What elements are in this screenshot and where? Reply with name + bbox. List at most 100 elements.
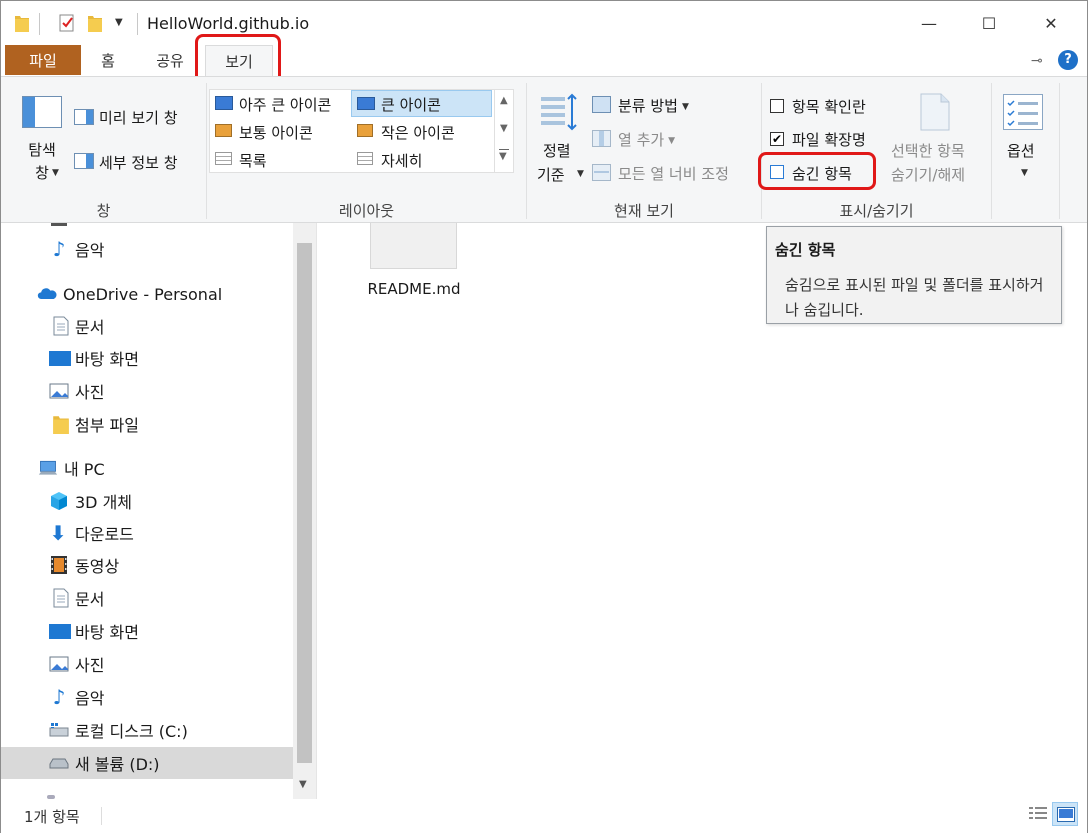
details-view-icon[interactable]: [1028, 805, 1048, 823]
large-icons-view-button[interactable]: [1052, 802, 1078, 826]
navigation-pane-icon[interactable]: [22, 96, 62, 128]
expand-gallery-icon[interactable]: ▼: [499, 149, 509, 162]
window-title: HelloWorld.github.io: [147, 14, 310, 33]
scroll-down-icon[interactable]: ▼: [500, 123, 508, 134]
nav-item-attachments[interactable]: 첨부 파일: [1, 408, 293, 440]
size-all-columns-button[interactable]: 모든 열 너비 조정: [618, 163, 729, 184]
layout-medium-icons[interactable]: 보통 아이콘: [239, 122, 313, 143]
document-icon: [53, 588, 69, 608]
close-button[interactable]: ✕: [1021, 1, 1081, 45]
nav-item-onedrive[interactable]: OneDrive - Personal: [1, 278, 293, 310]
nav-item-documents[interactable]: 문서: [1, 582, 293, 614]
list-icon: [215, 152, 232, 165]
local-disk-icon: [49, 723, 69, 737]
item-count: 1개 항목: [24, 808, 80, 826]
maximize-button[interactable]: ☐: [959, 1, 1019, 45]
ribbon-tabs: 파일 홈 공유 보기 ⊸ ?: [1, 45, 1087, 77]
large-icons-icon: [357, 97, 375, 110]
group-label-show-hide: 표시/숨기기: [839, 202, 914, 220]
details-pane-button[interactable]: 세부 정보 창: [99, 152, 178, 173]
pc-icon: [38, 460, 58, 475]
nav-item-new-volume-d[interactable]: 새 볼륨 (D:): [1, 747, 293, 779]
item-checkboxes-label[interactable]: 항목 확인란: [792, 96, 866, 117]
size-columns-icon: [592, 164, 611, 181]
scroll-down-arrow-icon[interactable]: ▼: [299, 779, 307, 790]
group-label-panes: 창: [96, 202, 111, 220]
layout-large-icons[interactable]: 큰 아이콘: [381, 94, 441, 115]
sort-by-icon: [541, 93, 577, 131]
nav-item-downloads[interactable]: ⬇ 다운로드: [1, 517, 293, 549]
sort-by-label-line1[interactable]: 정렬: [543, 140, 571, 161]
nav-item-local-disk-c[interactable]: 로컬 디스크 (C:): [1, 714, 293, 746]
ribbon-panel: 탐색 창 ▼ 미리 보기 창 세부 정보 창 창 아주 큰 아이콘 큰 아이콘 …: [1, 76, 1087, 223]
nav-item-pictures[interactable]: 사진: [1, 648, 293, 680]
sort-by-label-line2[interactable]: 기준: [537, 164, 565, 185]
title-bar: ▼ HelloWorld.github.io — ☐ ✕: [1, 1, 1087, 45]
new-folder-icon[interactable]: [88, 14, 102, 32]
navigation-pane: ♪ 음악 OneDrive - Personal 문서 바탕 화면 사진 첨부 …: [1, 223, 316, 799]
layout-small-icons[interactable]: 작은 아이콘: [381, 122, 455, 143]
download-icon: ⬇: [49, 521, 67, 545]
drive-icon: [49, 758, 69, 769]
nav-item-this-pc[interactable]: 내 PC: [1, 452, 293, 484]
onedrive-icon: [37, 288, 57, 299]
tab-file[interactable]: 파일: [5, 45, 81, 75]
file-extensions-checkbox[interactable]: ✔: [770, 132, 784, 146]
tooltip-title: 숨긴 항목: [775, 241, 836, 259]
details-icon: [357, 152, 373, 165]
preview-pane-icon: [74, 109, 94, 125]
preview-pane-button[interactable]: 미리 보기 창: [99, 107, 178, 128]
layout-list[interactable]: 목록: [239, 150, 267, 171]
customize-qat-icon[interactable]: ▼: [115, 17, 123, 28]
add-columns-button[interactable]: 열 추가 ▼: [618, 129, 675, 150]
desktop-icon: [49, 351, 71, 366]
nav-item-videos[interactable]: 동영상: [1, 549, 293, 581]
details-pane-icon: [74, 153, 94, 169]
extra-large-icons-icon: [215, 96, 233, 110]
medium-icons-icon: [215, 124, 232, 137]
nav-item-pictures-onedrive[interactable]: 사진: [1, 375, 293, 407]
tooltip-body: 숨김으로 표시된 파일 및 폴더를 표시하거나 숨깁니다.: [785, 276, 1044, 319]
nav-item-documents-onedrive[interactable]: 문서: [1, 310, 293, 342]
minimize-button[interactable]: —: [899, 1, 959, 45]
hide-selected-line1[interactable]: 선택한 항목: [891, 140, 965, 161]
music-icon: ♪: [52, 237, 66, 261]
3d-objects-icon: [51, 492, 67, 510]
small-icons-icon: [357, 124, 373, 137]
nav-item-desktop[interactable]: 바탕 화면: [1, 615, 293, 647]
layout-extra-large-icons[interactable]: 아주 큰 아이콘: [239, 94, 331, 115]
nav-item-music[interactable]: ♪ 음악: [1, 233, 293, 265]
file-extensions-label[interactable]: 파일 확장명: [792, 129, 866, 150]
group-by-icon: [592, 96, 611, 113]
properties-icon[interactable]: [59, 14, 75, 32]
pictures-icon: [49, 656, 69, 672]
folder-icon: [15, 16, 29, 32]
layout-gallery-scroll[interactable]: ▲ ▼ ▼: [494, 89, 514, 173]
options-icon: [1003, 94, 1043, 130]
nav-scrollbar[interactable]: ▼: [293, 223, 316, 799]
file-name[interactable]: README.md: [357, 280, 471, 298]
layout-details[interactable]: 자세히: [381, 150, 422, 171]
group-label-current-view: 현재 보기: [614, 202, 674, 220]
nav-item-desktop-onedrive[interactable]: 바탕 화면: [1, 342, 293, 374]
tab-share[interactable]: 공유: [141, 45, 199, 75]
status-bar: 1개 항목: [1, 799, 1087, 833]
document-icon: [53, 316, 69, 336]
group-by-button[interactable]: 분류 방법 ▼: [618, 95, 689, 116]
tab-home[interactable]: 홈: [83, 45, 133, 75]
pin-ribbon-icon[interactable]: ⊸: [1031, 53, 1043, 69]
folder-icon: [53, 416, 69, 434]
item-checkboxes-checkbox[interactable]: [770, 99, 784, 113]
help-icon[interactable]: ?: [1058, 50, 1078, 70]
hide-selected-line2[interactable]: 숨기기/해제: [891, 164, 965, 185]
nav-item-3d-objects[interactable]: 3D 개체: [1, 485, 293, 517]
nav-scrollbar-thumb[interactable]: [297, 243, 312, 763]
nav-item-music-pc[interactable]: ♪ 음악: [1, 681, 293, 713]
navigation-pane-button[interactable]: 탐색 창: [24, 139, 60, 185]
large-icons-view-icon: [1057, 807, 1075, 822]
pictures-icon: [49, 383, 69, 399]
scroll-up-icon[interactable]: ▲: [500, 95, 508, 106]
add-columns-icon: [592, 130, 611, 147]
file-thumbnail[interactable]: [370, 223, 457, 269]
options-button[interactable]: 옵션: [1007, 140, 1035, 161]
